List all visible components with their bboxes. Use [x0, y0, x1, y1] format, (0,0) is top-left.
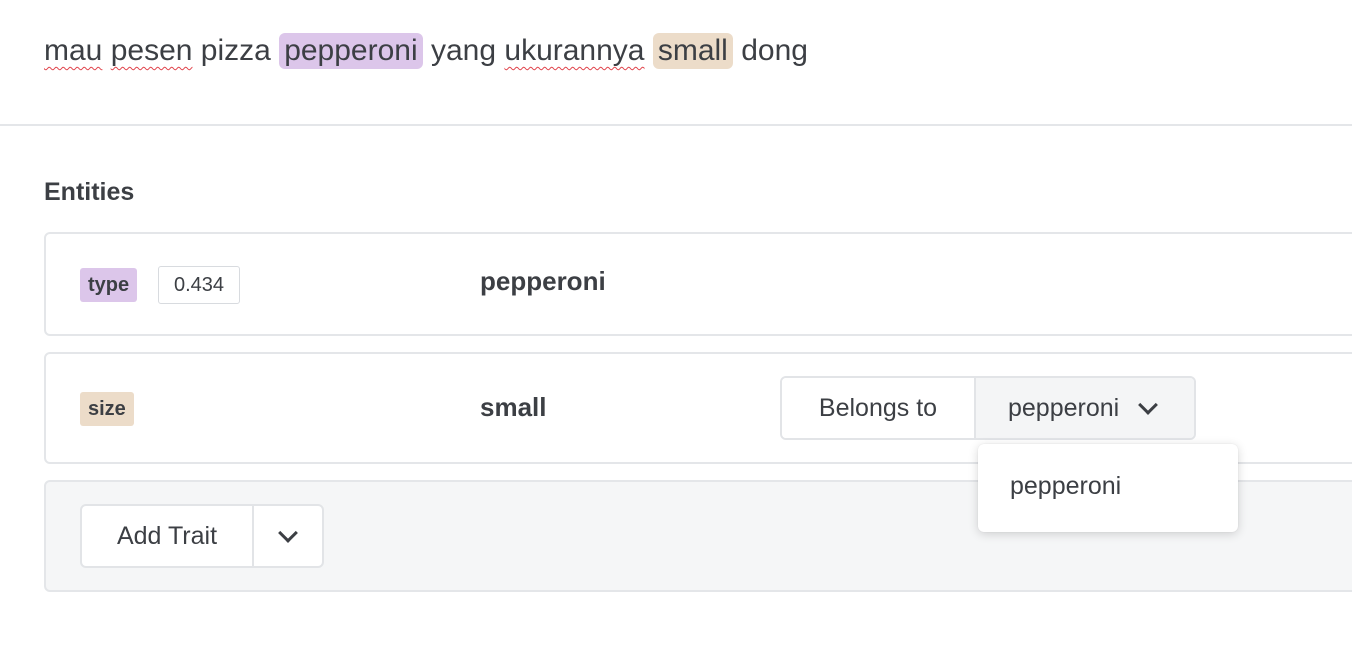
belongs-to-control: Belongs to pepperoni — [780, 376, 1196, 440]
entity-value: pepperoni — [480, 266, 606, 296]
entities-heading: Entities — [44, 178, 135, 206]
utterance-word: pesen — [110, 34, 193, 67]
belongs-to-dropdown-menu: pepperoni — [978, 444, 1238, 532]
entity-value: small — [480, 392, 547, 422]
utterance-word: mau — [44, 34, 103, 67]
add-trait-control: Add Trait — [80, 504, 324, 568]
utterance-text[interactable]: mau pesen pizza pepperoni yang ukurannya… — [44, 30, 808, 72]
belongs-to-label: Belongs to — [782, 378, 976, 438]
add-trait-button[interactable]: Add Trait — [82, 506, 254, 566]
entity-highlight-size[interactable]: small — [652, 33, 733, 69]
chevron-down-icon — [1138, 395, 1159, 415]
confidence-badge: 0.434 — [158, 266, 240, 304]
add-trait-dropdown-toggle[interactable] — [254, 506, 322, 566]
dropdown-option[interactable]: pepperoni — [1010, 472, 1121, 501]
utterance-word: ukurannya — [504, 34, 645, 67]
belongs-to-value: pepperoni — [1008, 393, 1120, 422]
entity-highlight-type[interactable]: pepperoni — [279, 33, 423, 69]
entity-row-type: type 0.434 pepperoni — [44, 232, 1352, 336]
utterance-word: dong — [741, 34, 808, 67]
entity-tag-type[interactable]: type — [80, 268, 138, 302]
utterance-word: pizza — [200, 34, 271, 67]
chevron-down-icon — [278, 523, 298, 543]
section-divider — [0, 124, 1352, 126]
entity-tag-size[interactable]: size — [80, 392, 134, 426]
belongs-to-select[interactable]: pepperoni — [976, 378, 1194, 438]
utterance-word: yang — [430, 34, 497, 67]
